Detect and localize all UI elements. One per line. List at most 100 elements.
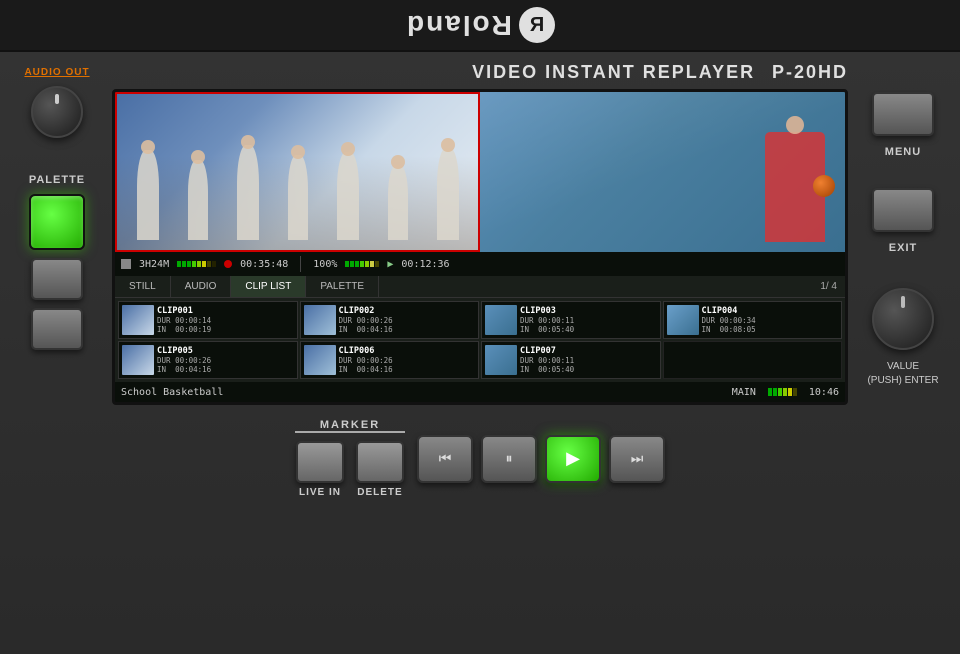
clip-info-007: CLIP007 DUR 00:00:11 IN 00:05:40 [520,346,657,374]
status-bar: 3H24M 00:35:48 100% [115,252,845,276]
scene-label: School Basketball [121,387,223,398]
player-photo [480,92,845,252]
skip-back-icon: ⏮ [439,450,452,467]
tab-palette[interactable]: PALETTE [306,276,379,297]
pause-icon: ⏸ [506,450,513,467]
transport-buttons: ⏮ ⏸ ▶ ⏭ [417,435,665,483]
zoom-label: 100% [313,259,337,270]
person-4 [288,155,308,240]
info-meter [768,388,797,396]
clip-item-003[interactable]: CLIP003 DUR 00:00:11 IN 00:05:40 [481,301,661,339]
play-icon-btn: ▶ [566,448,580,469]
clip-name-006: CLIP006 [339,346,476,356]
clip-info-002: CLIP002 DUR 00:00:26 IN 00:04:16 [339,306,476,334]
marker-label: MARKER [320,419,380,431]
clip-item-001[interactable]: CLIP001 DUR 00:00:14 IN 00:00:19 [118,301,298,339]
device-title: VIDEO INSTANT REPLAYER P-20HD [112,62,848,83]
marker-delete: DELETE [356,441,404,498]
clip-dur-005: DUR 00:00:26 [157,356,294,365]
rec-dot [224,260,232,268]
clip-name-001: CLIP001 [157,306,294,316]
clip-thumb-002 [304,305,336,335]
video-right [480,92,845,252]
value-knob[interactable] [872,288,934,350]
clip-name-002: CLIP002 [339,306,476,316]
person-7 [437,148,459,240]
audio-out-label: AUDIO OUT [24,67,89,78]
skip-back-button[interactable]: ⏮ [417,435,473,483]
clip-info-003: CLIP003 DUR 00:00:11 IN 00:05:40 [520,306,657,334]
clip-dur-004: DUR 00:00:34 [702,316,839,325]
device-title-model: P-20HD [772,62,848,82]
clip-name-003: CLIP003 [520,306,657,316]
brand-logo: Roland R [405,7,556,43]
clip-info-006: CLIP006 DUR 00:00:26 IN 00:04:16 [339,346,476,374]
clip-name-005: CLIP005 [157,346,294,356]
clip-dur-007: DUR 00:00:11 [520,356,657,365]
clip-item-002[interactable]: CLIP002 DUR 00:00:26 IN 00:04:16 [300,301,480,339]
left-gray-button-1[interactable] [31,258,83,300]
tab-clip-list[interactable]: CLIP LIST [231,276,306,297]
pause-button[interactable]: ⏸ [481,435,537,483]
audio-meter-left [177,261,216,267]
lcd-screen: 3H24M 00:35:48 100% [112,89,848,405]
marker-underline [295,431,405,433]
clip-item-005[interactable]: CLIP005 DUR 00:00:26 IN 00:04:16 [118,341,298,379]
audio-out-knob[interactable] [31,86,83,138]
top-bar: Roland R [0,0,960,52]
clip-in-001: IN 00:00:19 [157,325,294,334]
person-5 [337,152,359,240]
clip-item-007[interactable]: CLIP007 DUR 00:00:11 IN 00:05:40 [481,341,661,379]
play-status-icon: ▶ [387,259,393,270]
video-row [115,92,845,252]
left-gray-button-2[interactable] [31,308,83,350]
clip-in-003: IN 00:05:40 [520,325,657,334]
basketball-ball [813,175,835,197]
palette-green-button[interactable] [29,194,85,250]
live-in-button[interactable] [296,441,344,483]
clip-info-001: CLIP001 DUR 00:00:14 IN 00:00:19 [157,306,294,334]
exit-label: EXIT [889,242,917,254]
info-bar: School Basketball MAIN 10:46 [115,382,845,402]
clip-item-empty [663,341,843,379]
clip-grid: CLIP001 DUR 00:00:14 IN 00:00:19 CLIP002… [115,298,845,382]
clip-item-006[interactable]: CLIP006 DUR 00:00:26 IN 00:04:16 [300,341,480,379]
clip-thumb-004 [667,305,699,335]
value-label: VALUE(PUSH) ENTER [867,360,938,388]
bottom-controls: MARKER LIVE IN DELETE ⏮ [112,411,848,502]
clip-info-004: CLIP004 DUR 00:00:34 IN 00:08:05 [702,306,839,334]
menu-button[interactable] [872,92,934,136]
delete-button[interactable] [356,441,404,483]
clip-dur-006: DUR 00:00:26 [339,356,476,365]
divider-1 [300,256,301,272]
exit-button[interactable] [872,188,934,232]
left-controls: AUDIO OUT PALETTE [12,62,102,644]
logo-text: Roland [405,9,512,41]
tab-audio[interactable]: AUDIO [171,276,232,297]
play-time-label: 00:12:36 [401,259,449,270]
team-silhouettes [122,120,473,240]
logo-r-icon: R [519,7,555,43]
clip-item-004[interactable]: CLIP004 DUR 00:00:34 IN 00:08:05 [663,301,843,339]
marker-group: MARKER LIVE IN DELETE [295,419,405,498]
tabs-row: STILL AUDIO CLIP LIST PALETTE 1/ 4 [115,276,845,298]
clip-dur-002: DUR 00:00:26 [339,316,476,325]
tab-still[interactable]: STILL [115,276,171,297]
clip-thumb-007 [485,345,517,375]
channel-label: MAIN [732,387,756,398]
person-6 [388,165,408,240]
person-2 [188,160,208,240]
clip-thumb-003 [485,305,517,335]
skip-forward-button[interactable]: ⏭ [609,435,665,483]
clip-thumb-005 [122,345,154,375]
clip-name-004: CLIP004 [702,306,839,316]
main-area: AUDIO OUT PALETTE VIDEO INSTANT REPLAYER… [0,52,960,654]
play-button[interactable]: ▶ [545,435,601,483]
clip-thumb-001 [122,305,154,335]
person-3 [237,145,259,240]
center-panel: VIDEO INSTANT REPLAYER P-20HD [112,62,848,644]
team-photo [117,94,478,250]
clip-dur-001: DUR 00:00:14 [157,316,294,325]
right-controls: MENU EXIT VALUE(PUSH) ENTER [858,62,948,644]
video-left [115,92,480,252]
